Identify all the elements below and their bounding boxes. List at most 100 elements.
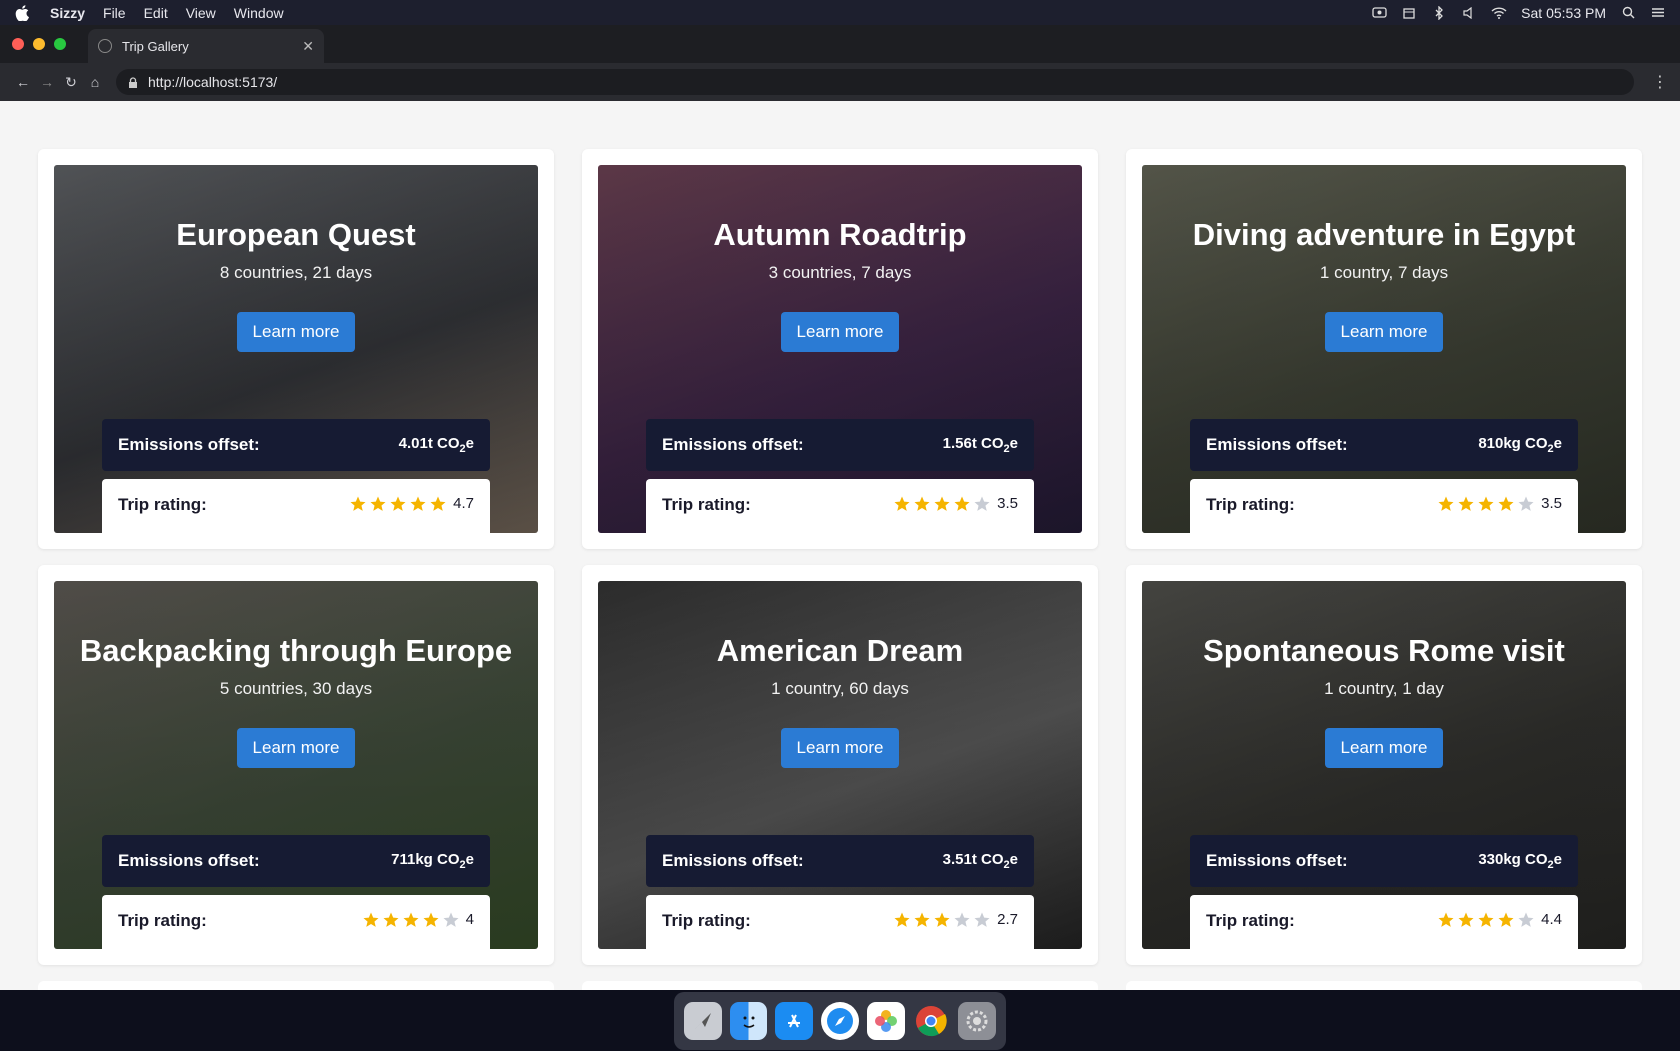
address-bar[interactable]: http://localhost:5173/ xyxy=(116,69,1634,95)
home-icon[interactable]: ⌂ xyxy=(84,71,106,93)
minimize-window-button[interactable] xyxy=(33,38,45,50)
emissions-label: Emissions offset: xyxy=(662,435,804,454)
star-icon xyxy=(1477,911,1495,934)
forward-arrow-icon[interactable]: → xyxy=(36,71,58,93)
star-icon xyxy=(1437,495,1455,518)
bluetooth-icon[interactable] xyxy=(1431,5,1447,20)
learn-more-button[interactable]: Learn more xyxy=(237,728,355,768)
star-icon xyxy=(973,495,991,518)
trip-subtitle: 8 countries, 21 days xyxy=(219,263,373,282)
star-icon xyxy=(913,911,931,934)
emissions-label: Emissions offset: xyxy=(662,851,804,870)
window-controls xyxy=(0,38,66,63)
learn-more-button[interactable]: Learn more xyxy=(781,312,899,352)
browser-tab-bar: Trip Gallery ✕ xyxy=(0,25,1680,63)
star-rating xyxy=(349,495,447,518)
menu-view[interactable]: View xyxy=(186,5,216,21)
lock-icon xyxy=(128,76,138,88)
emissions-value: 711kg CO2e xyxy=(391,851,474,871)
emissions-panel: Emissions offset: 3.51t CO2e xyxy=(646,835,1034,887)
rating-panel: Trip rating: 4.4 xyxy=(1190,895,1578,949)
star-icon xyxy=(893,495,911,518)
trip-card: Spontaneous Rome visit 1 country, 1 day … xyxy=(1126,565,1642,965)
chrome-icon[interactable] xyxy=(913,1002,951,1040)
rating-value: 3.5 xyxy=(1541,495,1562,512)
emissions-value: 810kg CO2e xyxy=(1478,435,1562,455)
trip-card: Autumn Roadtrip 3 countries, 7 days Lear… xyxy=(582,149,1098,549)
rating-value: 4.4 xyxy=(1541,911,1562,928)
photos-icon[interactable] xyxy=(866,1002,905,1040)
rating-value: 3.5 xyxy=(997,495,1018,512)
apple-icon[interactable] xyxy=(14,4,30,21)
url-text: http://localhost:5173/ xyxy=(148,74,278,90)
menu-window[interactable]: Window xyxy=(234,5,284,21)
zoom-window-button[interactable] xyxy=(54,38,66,50)
reload-icon[interactable]: ↻ xyxy=(60,71,82,93)
trip-hero-image: Diving adventure in Egypt 1 country, 7 d… xyxy=(1142,165,1626,533)
system-preferences-icon[interactable] xyxy=(958,1002,997,1040)
menu-file[interactable]: File xyxy=(103,5,126,21)
app-store-icon[interactable] xyxy=(775,1002,814,1040)
launchpad-icon[interactable] xyxy=(684,1002,722,1040)
learn-more-button[interactable]: Learn more xyxy=(781,728,899,768)
learn-more-button[interactable]: Learn more xyxy=(1325,728,1443,768)
rating-label: Trip rating: xyxy=(118,911,207,930)
star-icon xyxy=(913,495,931,518)
star-icon xyxy=(1517,911,1535,934)
rating-label: Trip rating: xyxy=(662,495,751,514)
browser-tab[interactable]: Trip Gallery ✕ xyxy=(88,29,324,63)
calendar-icon[interactable] xyxy=(1401,6,1417,20)
emissions-label: Emissions offset: xyxy=(118,435,260,454)
rating-panel: Trip rating: 4 xyxy=(102,895,490,949)
more-menu-icon[interactable]: ⋮ xyxy=(1652,72,1668,92)
control-center-icon[interactable] xyxy=(1650,6,1666,20)
star-icon xyxy=(429,495,447,518)
star-icon xyxy=(933,911,951,934)
trip-card-peek xyxy=(38,981,554,990)
wifi-icon[interactable] xyxy=(1491,6,1507,20)
trip-title: Backpacking through Europe xyxy=(79,633,513,668)
trip-hero-image: European Quest 8 countries, 21 days Lear… xyxy=(54,165,538,533)
menu-bar: Sizzy File Edit View Window Sat 05:53 PM xyxy=(0,0,1680,25)
menu-app-name[interactable]: Sizzy xyxy=(50,5,85,21)
star-icon xyxy=(1437,911,1455,934)
learn-more-button[interactable]: Learn more xyxy=(237,312,355,352)
star-rating xyxy=(893,911,991,934)
back-arrow-icon[interactable]: ← xyxy=(12,71,34,93)
trip-title: American Dream xyxy=(716,633,964,668)
trip-card-peek xyxy=(582,981,1098,990)
star-icon xyxy=(362,911,380,934)
trip-subtitle: 1 country, 7 days xyxy=(1319,263,1449,282)
star-rating xyxy=(893,495,991,518)
globe-icon xyxy=(98,39,112,53)
menu-edit[interactable]: Edit xyxy=(144,5,168,21)
spotlight-search-icon[interactable] xyxy=(1620,6,1636,20)
volume-icon[interactable] xyxy=(1461,6,1477,20)
dock xyxy=(674,992,1006,1050)
star-icon xyxy=(389,495,407,518)
page-viewport: European Quest 8 countries, 21 days Lear… xyxy=(0,101,1680,990)
trip-grid: European Quest 8 countries, 21 days Lear… xyxy=(38,149,1642,965)
learn-more-button[interactable]: Learn more xyxy=(1325,312,1443,352)
rating-panel: Trip rating: 3.5 xyxy=(1190,479,1578,533)
status-area: Sat 05:53 PM xyxy=(1371,5,1666,21)
close-tab-icon[interactable]: ✕ xyxy=(302,38,314,55)
menubar-clock[interactable]: Sat 05:53 PM xyxy=(1521,5,1606,21)
emissions-value: 330kg CO2e xyxy=(1478,851,1562,871)
star-icon xyxy=(1517,495,1535,518)
screen-record-icon[interactable] xyxy=(1371,6,1387,20)
emissions-value: 4.01t CO2e xyxy=(398,435,474,455)
finder-icon[interactable] xyxy=(729,1002,768,1040)
emissions-value: 1.56t CO2e xyxy=(942,435,1018,455)
emissions-panel: Emissions offset: 4.01t CO2e xyxy=(102,419,490,471)
emissions-panel: Emissions offset: 810kg CO2e xyxy=(1190,419,1578,471)
emissions-panel: Emissions offset: 1.56t CO2e xyxy=(646,419,1034,471)
close-window-button[interactable] xyxy=(12,38,24,50)
trip-subtitle: 1 country, 1 day xyxy=(1324,679,1444,698)
star-icon xyxy=(349,495,367,518)
trip-title: Spontaneous Rome visit xyxy=(1203,633,1565,668)
rating-value: 2.7 xyxy=(997,911,1018,928)
safari-icon[interactable] xyxy=(821,1002,859,1040)
trip-title: Autumn Roadtrip xyxy=(713,217,967,252)
trip-card: European Quest 8 countries, 21 days Lear… xyxy=(38,149,554,549)
